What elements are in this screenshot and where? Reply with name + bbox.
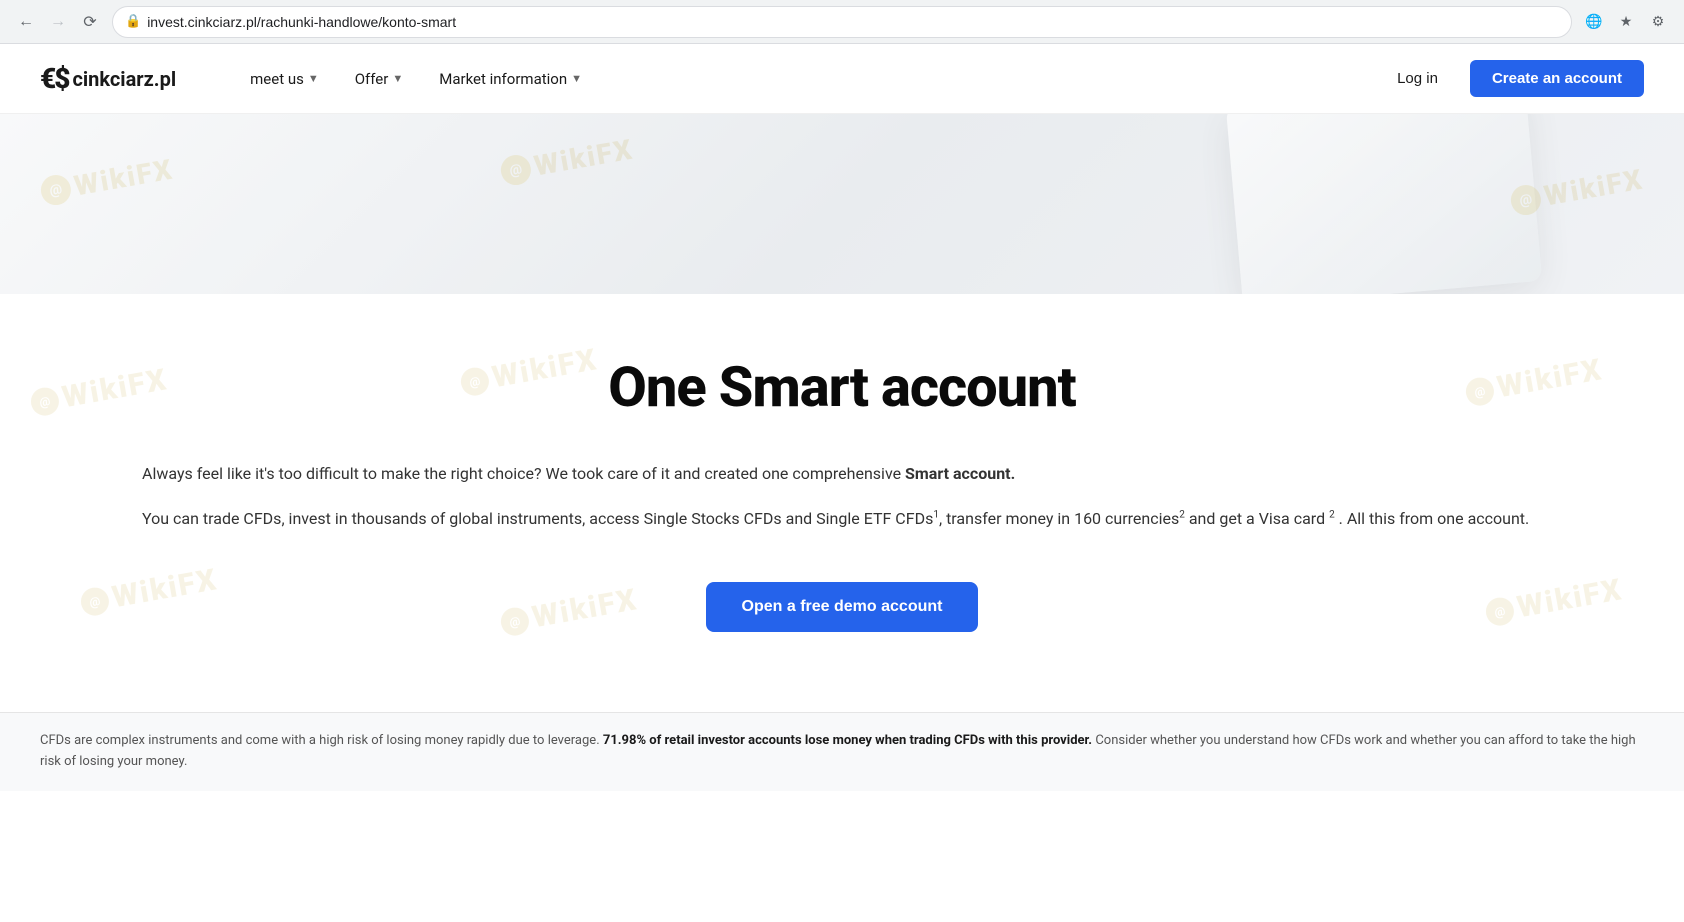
nav-actions: Log in Create an account	[1381, 60, 1644, 97]
main-content: @ WikiFX @ WikiFX @ WikiFX @ WikiFX @ Wi…	[0, 294, 1684, 712]
nav-label-meet-us: meet us	[250, 70, 304, 88]
wikifx-logo-2: @	[498, 152, 533, 187]
nav-item-market-info[interactable]: Market information ▼	[425, 62, 596, 96]
url-input[interactable]	[147, 14, 1559, 30]
nav-item-meet-us[interactable]: meet us ▼	[236, 62, 333, 96]
nav-label-market-info: Market information	[439, 70, 567, 88]
browser-chrome: ← → ⟳ 🔒 🌐 ★ ⚙	[0, 0, 1684, 44]
nav-item-offer[interactable]: Offer ▼	[341, 62, 418, 96]
navbar: €$ cinkciarz.pl meet us ▼ Offer ▼ Market…	[0, 44, 1684, 114]
lock-icon: 🔒	[125, 14, 141, 29]
login-button[interactable]: Log in	[1381, 62, 1454, 95]
browser-nav-buttons: ← → ⟳	[12, 8, 104, 36]
desc-2-start: You can trade CFDs, invest in thousands …	[142, 509, 933, 528]
logo[interactable]: €$ cinkciarz.pl	[40, 62, 176, 95]
hero-section: @ WikiFX @ WikiFX @ WikiFX	[0, 114, 1684, 294]
chevron-down-icon-offer: ▼	[392, 72, 403, 85]
logo-text: cinkciarz.pl	[72, 67, 176, 91]
back-button[interactable]: ←	[12, 8, 40, 36]
desc-2-mid: , transfer money in 160 currencies	[939, 509, 1179, 528]
wikifx-logo-1: @	[38, 172, 73, 207]
watermark-2: @ WikiFX	[498, 133, 636, 189]
disclaimer-prefix: CFDs are complex instruments and come wi…	[40, 733, 600, 748]
description-paragraph-1: Always feel like it's too difficult to m…	[142, 460, 1542, 487]
demo-account-button[interactable]: Open a free demo account	[706, 582, 979, 632]
page-title: One Smart account	[40, 354, 1644, 420]
nav-links: meet us ▼ Offer ▼ Market information ▼	[236, 62, 1381, 96]
desc-1-text: Always feel like it's too difficult to m…	[142, 464, 901, 483]
desc-2-tail: . All this from one account.	[1339, 509, 1530, 528]
website: €$ cinkciarz.pl meet us ▼ Offer ▼ Market…	[0, 44, 1684, 922]
nav-label-offer: Offer	[355, 70, 389, 88]
disclaimer-bold: 71.98% of retail investor accounts lose …	[603, 733, 1092, 748]
description-paragraph-2: You can trade CFDs, invest in thousands …	[142, 505, 1542, 532]
extension-icon[interactable]: ⚙	[1644, 8, 1672, 36]
description-text: Always feel like it's too difficult to m…	[142, 460, 1542, 532]
sup-2: 2	[1179, 510, 1185, 521]
browser-actions: 🌐 ★ ⚙	[1580, 8, 1672, 36]
chevron-down-icon-meet-us: ▼	[308, 72, 319, 85]
desc-2-end: and get a Visa card	[1189, 509, 1325, 528]
footer-disclaimer: CFDs are complex instruments and come wi…	[0, 712, 1684, 791]
translate-icon[interactable]: 🌐	[1580, 8, 1608, 36]
forward-button[interactable]: →	[44, 8, 72, 36]
logo-icon: €$	[40, 62, 68, 95]
bookmark-icon[interactable]: ★	[1612, 8, 1640, 36]
watermark-1: @ WikiFX	[38, 153, 176, 209]
cta-center: Open a free demo account	[40, 582, 1644, 632]
desc-1-strong: Smart account.	[905, 464, 1015, 483]
reload-button[interactable]: ⟳	[76, 8, 104, 36]
sup-3: 2	[1329, 510, 1335, 521]
address-bar[interactable]: 🔒	[112, 6, 1572, 38]
hero-device-image	[1226, 114, 1542, 294]
create-account-button[interactable]: Create an account	[1470, 60, 1644, 97]
chevron-down-icon-market-info: ▼	[571, 72, 582, 85]
